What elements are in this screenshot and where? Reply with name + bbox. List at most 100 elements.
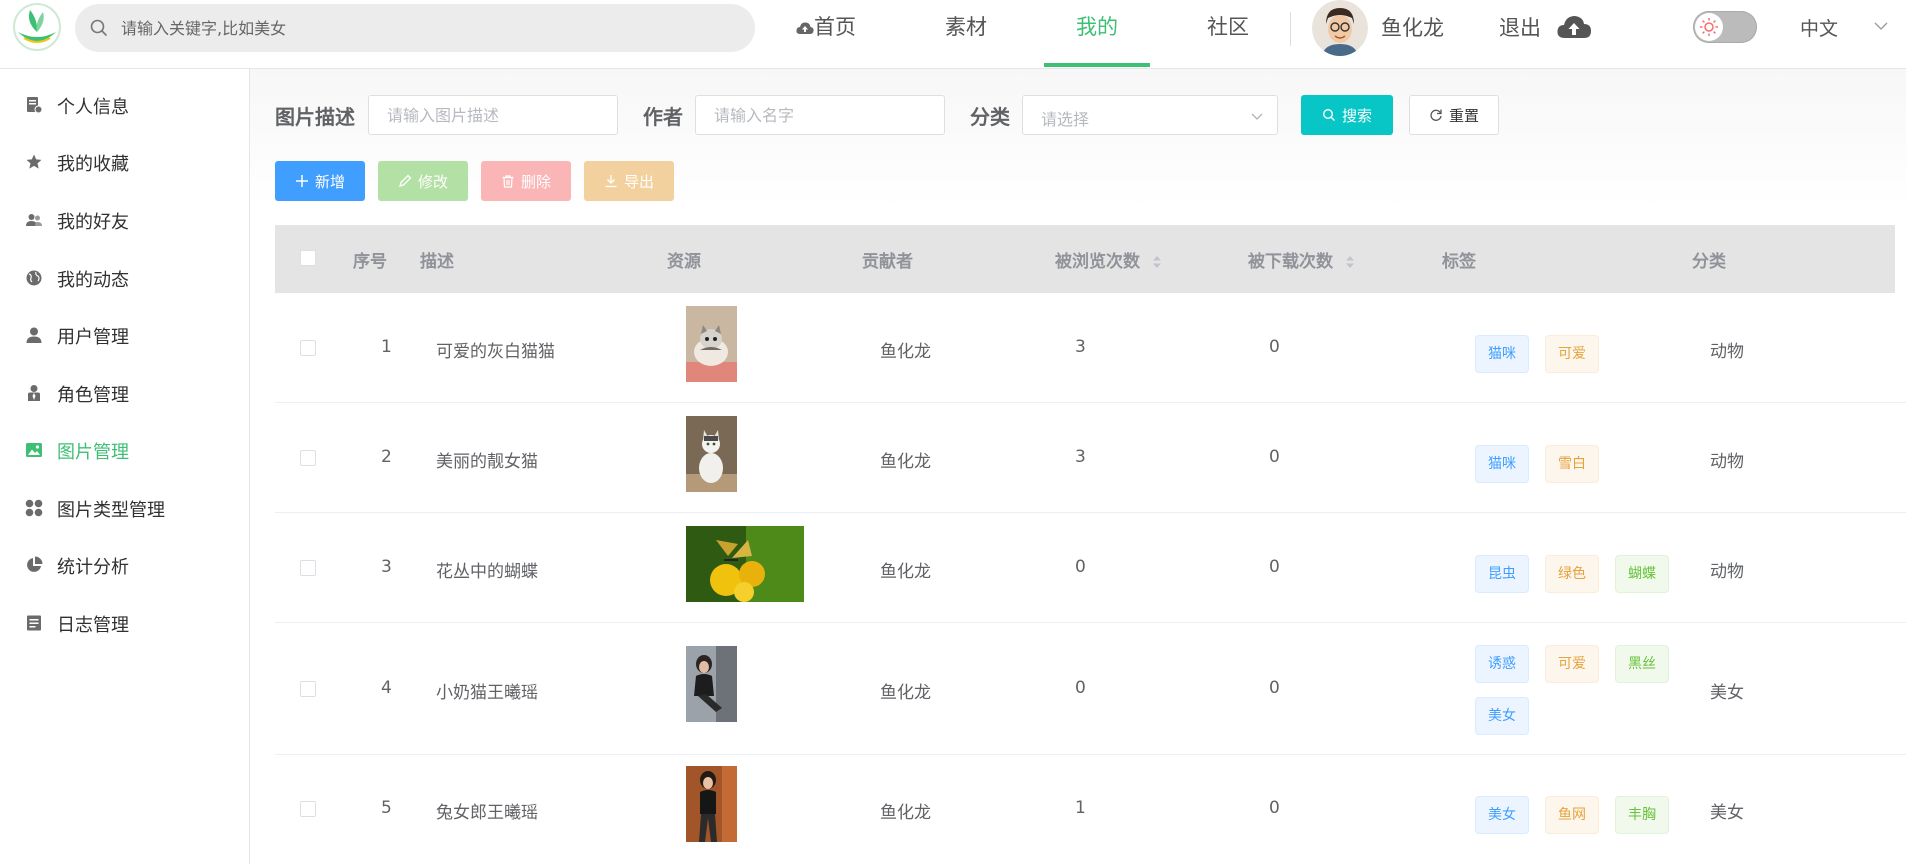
cell-downloads: 0 xyxy=(1269,337,1280,357)
plus-icon xyxy=(295,175,308,187)
tag: 可爱 xyxy=(1545,335,1599,373)
trash-icon xyxy=(502,175,514,188)
sidebar-item-picture-types[interactable]: 图片类型管理 xyxy=(0,484,249,532)
cell-downloads: 0 xyxy=(1269,798,1280,818)
cell-views: 0 xyxy=(1075,557,1086,577)
desc-filter-input[interactable] xyxy=(368,95,618,135)
friends-icon xyxy=(26,214,42,226)
sidebar-item-users[interactable]: 用户管理 xyxy=(0,311,249,359)
user-name[interactable]: 鱼化龙 xyxy=(1381,12,1444,42)
table-row[interactable]: 1 可爱的灰白猫猫 鱼化龙 3 0 猫咪 可爱 动物 xyxy=(275,293,1906,403)
sidebar-item-favorites[interactable]: 我的收藏 xyxy=(0,138,249,186)
log-icon xyxy=(27,615,41,631)
cell-desc: 兔女郎王曦瑶 xyxy=(436,803,538,823)
column-header-category: 分类 xyxy=(1692,252,1726,272)
cell-contributor: 鱼化龙 xyxy=(880,452,931,472)
cell-index: 5 xyxy=(381,798,392,818)
refresh-icon xyxy=(1430,109,1442,121)
row-checkbox[interactable] xyxy=(300,340,316,356)
tag: 猫咪 xyxy=(1475,335,1529,373)
logout-link[interactable]: 退出 xyxy=(1499,12,1541,42)
pie-chart-icon xyxy=(27,556,43,572)
sidebar-item-profile[interactable]: 个人信息 xyxy=(0,81,249,129)
portrait-thumbnail[interactable] xyxy=(686,766,737,842)
nav-divider xyxy=(1290,12,1291,46)
author-filter-input[interactable] xyxy=(695,95,945,135)
row-checkbox[interactable] xyxy=(300,560,316,576)
cat-thumbnail[interactable] xyxy=(686,416,737,492)
nav-home[interactable]: 首页 xyxy=(782,0,888,67)
column-header-contributor: 贡献者 xyxy=(862,252,913,272)
cell-category: 动物 xyxy=(1710,342,1744,362)
cat-thumbnail[interactable] xyxy=(686,306,737,382)
sidebar-item-label: 角色管理 xyxy=(57,385,129,406)
nav-mine[interactable]: 我的 xyxy=(1044,0,1150,67)
role-icon xyxy=(28,385,40,401)
tag: 鱼网 xyxy=(1545,796,1599,834)
cell-views: 0 xyxy=(1075,678,1086,698)
logo-icon[interactable] xyxy=(12,2,62,52)
row-checkbox[interactable] xyxy=(300,801,316,817)
export-button[interactable]: 导出 xyxy=(584,161,674,201)
chevron-down-icon[interactable] xyxy=(1873,18,1889,34)
id-card-icon xyxy=(27,97,43,114)
toggle-knob xyxy=(1695,13,1723,41)
search-button[interactable]: 搜索 xyxy=(1301,95,1393,135)
picture-icon xyxy=(26,443,42,457)
portrait-thumbnail[interactable] xyxy=(686,646,737,722)
cell-views: 1 xyxy=(1075,798,1086,818)
reset-button[interactable]: 重置 xyxy=(1409,95,1499,135)
cell-index: 2 xyxy=(381,447,392,467)
tag: 昆虫 xyxy=(1475,555,1529,593)
delete-button-label: 删除 xyxy=(520,172,551,191)
row-checkbox[interactable] xyxy=(300,681,316,697)
cell-contributor: 鱼化龙 xyxy=(880,803,931,823)
sidebar-item-pictures[interactable]: 图片管理 xyxy=(0,426,249,474)
cell-contributor: 鱼化龙 xyxy=(880,562,931,582)
sidebar-item-friends[interactable]: 我的好友 xyxy=(0,196,249,244)
tag: 诱惑 xyxy=(1475,645,1529,683)
user-icon xyxy=(26,327,42,343)
cloud-upload-icon[interactable] xyxy=(1556,12,1592,42)
download-icon xyxy=(605,175,617,188)
nav-materials[interactable]: 素材 xyxy=(913,0,1019,67)
table-row[interactable]: 5 兔女郎王曦瑶 鱼化龙 1 0 美女 鱼网 丰胸 美女 xyxy=(275,755,1906,865)
edit-button[interactable]: 修改 xyxy=(378,161,468,201)
nav-community[interactable]: 社区 xyxy=(1175,0,1281,67)
cell-downloads: 0 xyxy=(1269,447,1280,467)
edit-icon xyxy=(399,174,412,187)
cell-index: 3 xyxy=(381,557,392,577)
sidebar-item-logs[interactable]: 日志管理 xyxy=(0,599,249,647)
sidebar-item-moments[interactable]: 我的动态 xyxy=(0,254,249,302)
sort-icon[interactable] xyxy=(1345,255,1355,269)
theme-toggle[interactable] xyxy=(1693,11,1757,43)
butterfly-thumbnail[interactable] xyxy=(686,526,804,602)
column-header-views[interactable]: 被浏览次数 xyxy=(1055,247,1162,272)
add-button[interactable]: 新增 xyxy=(275,161,365,201)
table-row[interactable]: 2 美丽的靓女猫 鱼化龙 3 0 猫咪 雪白 动物 xyxy=(275,403,1906,513)
column-header-tags: 标签 xyxy=(1442,252,1476,272)
table-row[interactable]: 3 花丛中的蝴蝶 鱼化龙 0 0 昆虫 绿色 蝴蝶 动物 xyxy=(275,513,1906,623)
cell-views: 3 xyxy=(1075,447,1086,467)
star-icon xyxy=(26,154,42,169)
top-header: 首页 素材 我的 社区 鱼化龙 退出 中文 xyxy=(0,0,1906,69)
tag: 可爱 xyxy=(1545,645,1599,683)
sidebar-item-statistics[interactable]: 统计分析 xyxy=(0,541,249,589)
select-all-checkbox[interactable] xyxy=(300,250,316,266)
row-checkbox[interactable] xyxy=(300,450,316,466)
sort-icon[interactable] xyxy=(1152,255,1162,269)
grid-icon xyxy=(25,499,43,517)
category-select[interactable]: 请选择 xyxy=(1022,95,1278,135)
cell-downloads: 0 xyxy=(1269,678,1280,698)
search-input[interactable] xyxy=(121,12,681,44)
cell-desc: 小奶猫王曦瑶 xyxy=(436,683,538,703)
sidebar-item-roles[interactable]: 角色管理 xyxy=(0,369,249,417)
table-row[interactable]: 4 小奶猫王曦瑶 鱼化龙 0 0 诱惑 可爱 黑丝 美女 美女 xyxy=(275,623,1906,755)
column-header-downloads[interactable]: 被下载次数 xyxy=(1248,247,1355,272)
delete-button[interactable]: 删除 xyxy=(481,161,571,201)
cell-index: 1 xyxy=(381,337,392,357)
language-select[interactable]: 中文 xyxy=(1800,14,1838,41)
sidebar-item-label: 图片类型管理 xyxy=(57,500,165,521)
avatar[interactable] xyxy=(1312,0,1368,56)
search-bar xyxy=(75,4,814,52)
